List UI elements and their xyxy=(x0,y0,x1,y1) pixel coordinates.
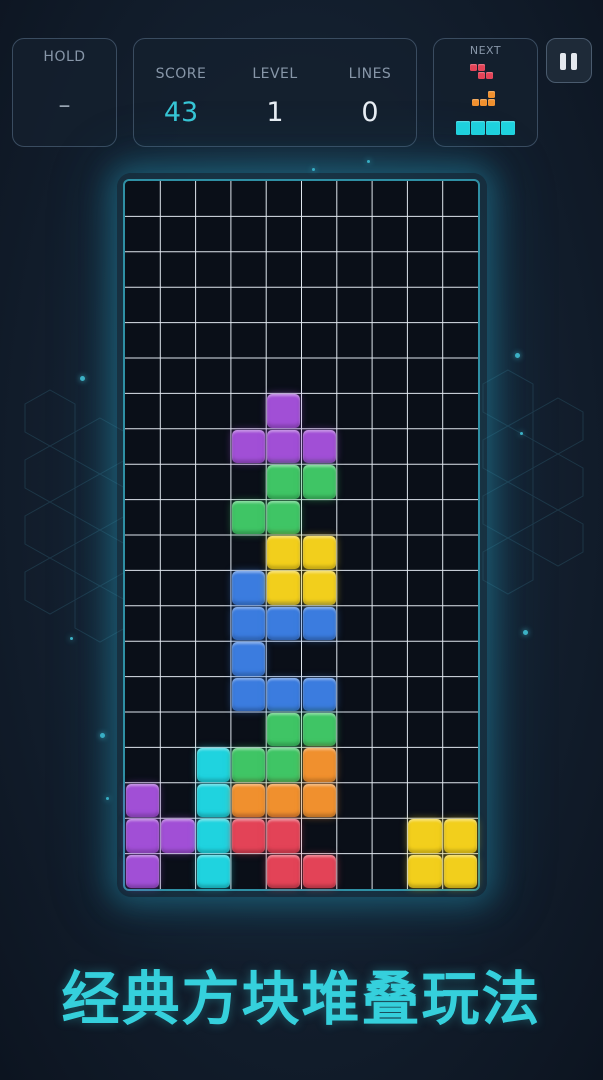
block-yellow xyxy=(443,819,477,853)
next-piece-I-cell xyxy=(501,121,515,135)
block-purple xyxy=(126,819,160,853)
sparkle-dot xyxy=(106,797,109,800)
board-grid xyxy=(125,181,478,889)
next-panel: NEXT xyxy=(433,38,538,147)
block-purple xyxy=(126,783,160,818)
next-piece-Z-cell xyxy=(486,72,493,79)
block-blue xyxy=(267,677,301,711)
block-orange xyxy=(231,783,266,818)
next-piece-L-cell xyxy=(472,99,479,106)
sparkle-dot xyxy=(80,376,85,381)
next-label: NEXT xyxy=(469,44,502,57)
hold-label: HOLD xyxy=(43,49,86,65)
block-yellow xyxy=(267,571,301,605)
level-label: LEVEL xyxy=(252,66,298,82)
game-board[interactable] xyxy=(123,179,480,891)
next-piece-L-cell xyxy=(480,99,487,106)
block-purple xyxy=(267,394,301,428)
block-green xyxy=(267,465,301,499)
block-yellow xyxy=(443,854,477,888)
block-purple xyxy=(126,854,160,888)
sparkle-dot xyxy=(367,160,370,163)
block-purple xyxy=(302,429,336,464)
sparkle-dot xyxy=(70,637,73,640)
sparkle-dot xyxy=(523,630,528,635)
next-piece-L-cell xyxy=(488,99,495,106)
block-red xyxy=(231,819,266,853)
block-blue xyxy=(302,677,336,711)
block-green xyxy=(267,748,301,782)
block-green xyxy=(231,500,266,534)
next-piece-Z-cell xyxy=(478,64,485,71)
sparkle-dot xyxy=(520,432,523,435)
score-label: SCORE xyxy=(155,66,207,82)
hexagon-pattern-right xyxy=(482,369,584,595)
block-green xyxy=(302,465,336,499)
hold-panel[interactable]: HOLD – xyxy=(12,38,117,147)
block-orange xyxy=(302,783,336,818)
block-red xyxy=(267,854,301,888)
block-yellow xyxy=(267,536,301,570)
lines-stat: LINES 0 xyxy=(325,39,415,146)
block-red xyxy=(267,819,301,853)
block-green xyxy=(231,748,266,782)
block-green xyxy=(302,713,336,747)
next-piece-L-cell xyxy=(488,91,495,98)
sparkle-dot xyxy=(515,353,520,358)
block-blue xyxy=(231,677,266,711)
next-piece-Z-cell xyxy=(470,64,477,71)
score-stat: SCORE 43 xyxy=(136,39,226,146)
block-blue xyxy=(231,571,266,605)
sparkle-dot xyxy=(100,733,105,738)
pause-button[interactable] xyxy=(546,38,592,83)
block-blue xyxy=(302,606,336,641)
block-blue xyxy=(231,642,266,676)
block-blue xyxy=(267,606,301,641)
lines-label: LINES xyxy=(348,66,392,82)
block-yellow xyxy=(302,536,336,570)
block-purple xyxy=(161,819,195,853)
block-cyan xyxy=(196,819,230,853)
block-blue xyxy=(231,606,266,641)
score-value: 43 xyxy=(163,97,199,128)
block-yellow xyxy=(302,571,336,605)
block-purple xyxy=(231,429,266,464)
block-yellow xyxy=(408,819,442,853)
block-green xyxy=(267,500,301,534)
next-piece-I-cell xyxy=(486,121,500,135)
block-purple xyxy=(267,429,301,464)
block-cyan xyxy=(196,783,230,818)
block-green xyxy=(267,713,301,747)
hold-value: – xyxy=(58,91,71,119)
next-piece-Z-cell xyxy=(478,72,485,79)
lines-value: 0 xyxy=(361,97,379,128)
block-yellow xyxy=(408,854,442,888)
level-value: 1 xyxy=(266,97,284,128)
block-cyan xyxy=(196,854,230,888)
block-cyan xyxy=(196,748,230,782)
level-stat: LEVEL 1 xyxy=(230,39,320,146)
block-orange xyxy=(302,748,336,782)
block-orange xyxy=(267,783,301,818)
next-piece-I-cell xyxy=(471,121,485,135)
block-red xyxy=(302,854,336,888)
sparkle-dot xyxy=(312,168,315,171)
slogan-text: 经典方块堆叠玩法 xyxy=(61,965,542,1033)
stats-panel: SCORE 43 LEVEL 1 LINES 0 xyxy=(133,38,417,147)
next-piece-I-cell xyxy=(456,121,470,135)
